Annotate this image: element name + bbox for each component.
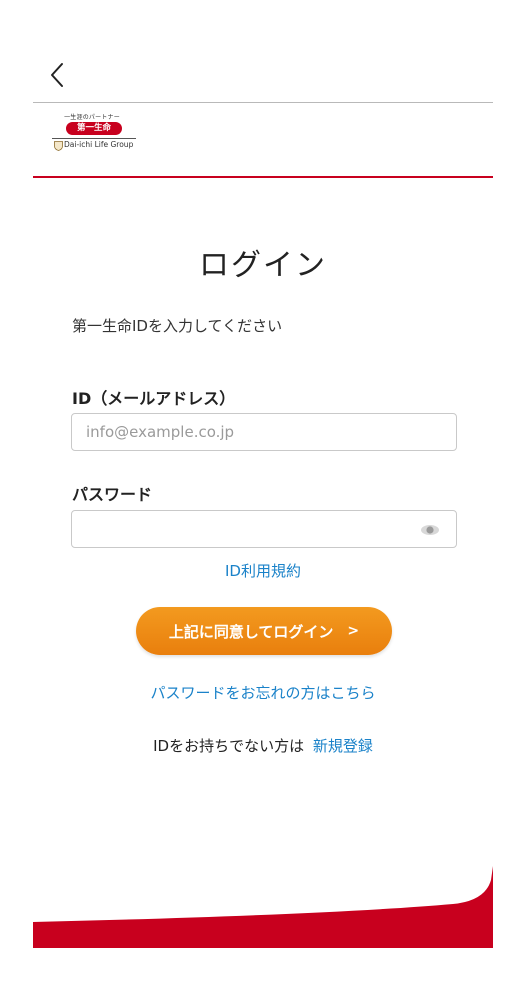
password-label: パスワード bbox=[72, 485, 153, 504]
login-button-label: 上記に同意してログイン bbox=[168, 622, 334, 641]
login-page: 一生涯のパートナー 第一生命 Dai-ichi Life Group ログイン … bbox=[0, 0, 526, 1000]
logo-brand: 第一生命 bbox=[66, 122, 122, 135]
chevron-left-icon bbox=[51, 63, 63, 87]
logo-tagline: 一生涯のパートナー bbox=[64, 114, 120, 121]
id-field-wrapper bbox=[71, 413, 457, 451]
login-button[interactable]: 上記に同意してログイン > bbox=[136, 607, 392, 655]
forgot-password-link[interactable]: パスワードをお忘れの方はこちら bbox=[0, 682, 526, 703]
shield-icon bbox=[54, 141, 63, 151]
instruction-text: 第一生命IDを入力してください bbox=[72, 317, 283, 335]
header-divider bbox=[33, 102, 493, 103]
password-field-wrapper bbox=[71, 510, 457, 548]
brand-divider bbox=[33, 176, 493, 178]
id-label: ID（メールアドレス） bbox=[72, 389, 236, 408]
company-logo: 一生涯のパートナー 第一生命 Dai-ichi Life Group bbox=[52, 112, 152, 172]
chevron-right-icon: > bbox=[347, 623, 360, 639]
eye-icon[interactable] bbox=[420, 524, 440, 536]
logo-divider bbox=[52, 138, 136, 139]
logo-group-name: Dai-ichi Life Group bbox=[64, 140, 134, 149]
no-id-text: IDをお持ちでない方は bbox=[153, 737, 305, 755]
password-field[interactable] bbox=[72, 511, 456, 547]
terms-link[interactable]: ID利用規約 bbox=[0, 560, 526, 581]
footer-swoosh bbox=[33, 866, 493, 948]
email-field[interactable] bbox=[72, 414, 456, 450]
page-title: ログイン bbox=[199, 248, 327, 283]
signup-link[interactable]: 新規登録 bbox=[313, 737, 373, 755]
back-button[interactable] bbox=[44, 60, 72, 90]
signup-row: IDをお持ちでない方は 新規登録 bbox=[0, 735, 526, 756]
